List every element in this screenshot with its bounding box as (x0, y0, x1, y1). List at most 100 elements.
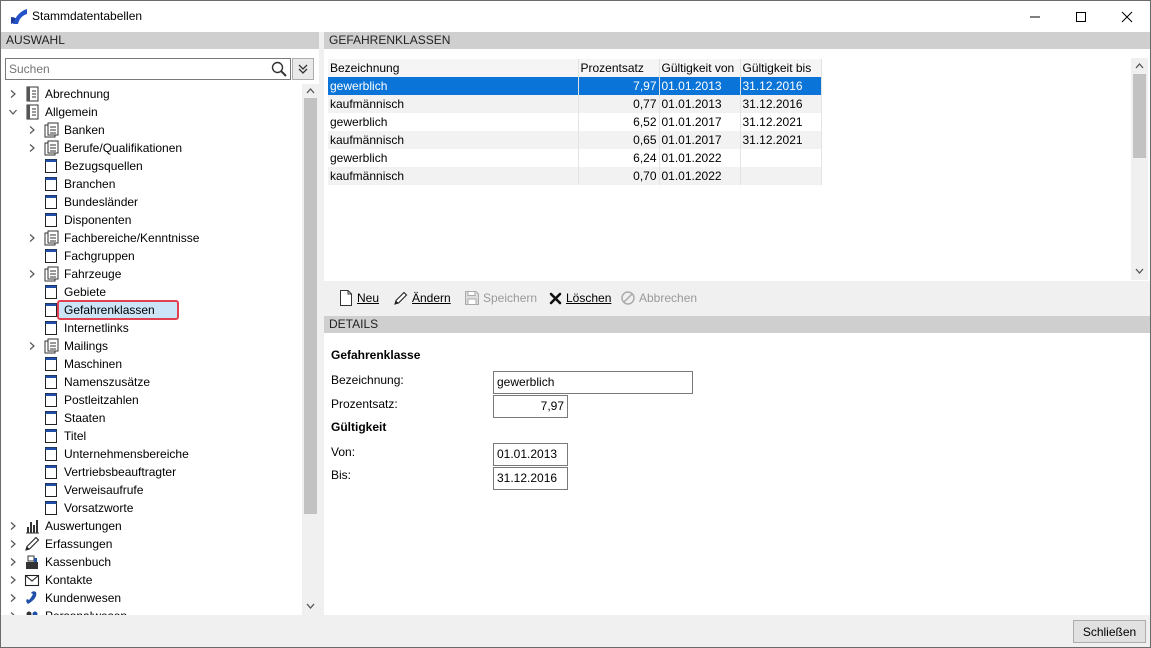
cell-prozentsatz[interactable]: 0,65 (578, 131, 660, 149)
cell-gueltigkeit-von[interactable]: 01.01.2022 (659, 167, 741, 185)
tree-item-internetlinks[interactable]: Internetlinks (1, 319, 302, 337)
chevron-right-icon[interactable] (9, 594, 17, 602)
tree-item-maschinen[interactable]: Maschinen (1, 355, 302, 373)
table-row[interactable]: gewerblich 7,97 01.01.2013 31.12.2016 (328, 77, 822, 95)
tree-item-kundenwesen[interactable]: Kundenwesen (1, 589, 302, 607)
bezeichnung-field[interactable]: gewerblich (493, 371, 693, 394)
chevron-right-icon[interactable] (9, 558, 17, 566)
chevron-right-icon[interactable] (9, 540, 17, 548)
chevron-down-icon[interactable] (9, 108, 17, 116)
tree-item-titel[interactable]: Titel (1, 427, 302, 445)
cell-prozentsatz[interactable]: 6,52 (578, 113, 660, 131)
tree-item-namenszusaetze[interactable]: Namenszusätze (1, 373, 302, 391)
grid-scrollbar[interactable] (1131, 58, 1148, 280)
cell-gueltigkeit-bis[interactable] (740, 167, 822, 185)
scroll-down-icon[interactable] (1135, 268, 1144, 275)
column-header-gueltigkeit-bis[interactable]: Gültigkeit bis (740, 59, 822, 77)
cell-bezeichnung[interactable]: kaufmännisch (328, 131, 579, 149)
cell-bezeichnung[interactable]: gewerblich (328, 149, 579, 167)
cell-gueltigkeit-von[interactable]: 01.01.2017 (659, 113, 741, 131)
minimize-button[interactable] (1012, 1, 1058, 32)
table-row[interactable]: gewerblich 6,24 01.01.2022 (328, 149, 822, 167)
table-row[interactable]: kaufmännisch 0,77 01.01.2013 31.12.2016 (328, 95, 822, 113)
tree-item-staaten[interactable]: Staaten (1, 409, 302, 427)
tree-item-unternehmensbereiche[interactable]: Unternehmensbereiche (1, 445, 302, 463)
chevron-right-icon[interactable] (9, 90, 17, 98)
new-button[interactable]: Neu (339, 288, 379, 308)
tree-item-abrechnung[interactable]: Abrechnung (1, 85, 302, 103)
scroll-up-icon[interactable] (306, 87, 315, 94)
expand-filter-button[interactable] (292, 58, 314, 80)
tree-item-fachbereiche-kenntnisse[interactable]: Fachbereiche/Kenntnisse (1, 229, 302, 247)
tree-item-banken[interactable]: Banken (1, 121, 302, 139)
cell-bezeichnung[interactable]: kaufmännisch (328, 95, 579, 113)
scroll-down-icon[interactable] (306, 603, 315, 610)
chevron-right-icon[interactable] (28, 270, 36, 278)
tree-item-postleitzahlen[interactable]: Postleitzahlen (1, 391, 302, 409)
chevron-right-icon[interactable] (28, 126, 36, 134)
tree-item-gebiete[interactable]: Gebiete (1, 283, 302, 301)
tree-item-erfassungen[interactable]: Erfassungen (1, 535, 302, 553)
search-input[interactable] (6, 59, 264, 79)
cell-prozentsatz[interactable]: 0,70 (578, 167, 660, 185)
chevron-right-icon[interactable] (9, 576, 17, 584)
tree-item-mailings[interactable]: Mailings (1, 337, 302, 355)
cell-gueltigkeit-bis[interactable]: 31.12.2021 (740, 113, 822, 131)
chevron-right-icon[interactable] (28, 234, 36, 242)
table-row[interactable]: kaufmännisch 0,65 01.01.2017 31.12.2021 (328, 131, 822, 149)
cell-gueltigkeit-von[interactable]: 01.01.2013 (659, 95, 741, 113)
chevron-right-icon[interactable] (28, 342, 36, 350)
cell-gueltigkeit-bis[interactable]: 31.12.2021 (740, 131, 822, 149)
tree-scrollbar[interactable] (302, 84, 319, 615)
maximize-button[interactable] (1058, 1, 1104, 32)
cell-prozentsatz[interactable]: 6,24 (578, 149, 660, 167)
tree-item-allgemein[interactable]: Allgemein (1, 103, 302, 121)
delete-button[interactable]: Löschen (549, 288, 611, 308)
tree-item-vorsatzworte[interactable]: Vorsatzworte (1, 499, 302, 517)
cell-gueltigkeit-bis[interactable] (740, 149, 822, 167)
tree-item-kontakte[interactable]: Kontakte (1, 571, 302, 589)
edit-button[interactable]: Ändern (393, 288, 451, 308)
cell-prozentsatz[interactable]: 7,97 (578, 77, 660, 95)
chevron-right-icon[interactable] (9, 522, 17, 530)
cell-bezeichnung[interactable]: gewerblich (328, 77, 579, 95)
tree-item-verweisaufrufe[interactable]: Verweisaufrufe (1, 481, 302, 499)
cell-prozentsatz[interactable]: 0,77 (578, 95, 660, 113)
save-button[interactable]: Speichern (465, 288, 537, 308)
window-close-button[interactable] (1104, 1, 1150, 32)
tree-item-berufe-qualifikationen[interactable]: Berufe/Qualifikationen (1, 139, 302, 157)
cell-gueltigkeit-bis[interactable]: 31.12.2016 (740, 77, 822, 95)
tree-item-bundeslaender[interactable]: Bundesländer (1, 193, 302, 211)
tree-item-gefahrenklassen[interactable]: Gefahrenklassen (1, 300, 302, 320)
cell-gueltigkeit-von[interactable]: 01.01.2017 (659, 131, 741, 149)
cell-bezeichnung[interactable]: kaufmännisch (328, 167, 579, 185)
grid-scrollbar-thumb[interactable] (1133, 74, 1146, 158)
tree-item-personalwesen[interactable]: Personalwesen (1, 607, 302, 615)
cell-gueltigkeit-von[interactable]: 01.01.2022 (659, 149, 741, 167)
column-header-bezeichnung[interactable]: Bezeichnung (328, 59, 579, 77)
table-row[interactable]: kaufmännisch 0,70 01.01.2022 (328, 167, 822, 185)
bis-field[interactable]: 31.12.2016 (493, 467, 568, 490)
column-header-gueltigkeit-von[interactable]: Gültigkeit von (659, 59, 741, 77)
tree-item-fachgruppen[interactable]: Fachgruppen (1, 247, 302, 265)
cell-gueltigkeit-von[interactable]: 01.01.2013 (659, 77, 741, 95)
tree-item-fahrzeuge[interactable]: Fahrzeuge (1, 265, 302, 283)
tree-item-kassenbuch[interactable]: Kassenbuch (1, 553, 302, 571)
search-icon[interactable] (271, 61, 287, 77)
cancel-button[interactable]: Abbrechen (621, 288, 697, 308)
von-field[interactable]: 01.01.2013 (493, 443, 568, 466)
column-header-prozentsatz[interactable]: Prozentsatz (578, 59, 660, 77)
chevron-right-icon[interactable] (28, 144, 36, 152)
tree-scrollbar-thumb[interactable] (304, 98, 317, 514)
tree-item-bezugsquellen[interactable]: Bezugsquellen (1, 157, 302, 175)
tree-item-branchen[interactable]: Branchen (1, 175, 302, 193)
prozentsatz-field[interactable]: 7,97 (493, 395, 568, 418)
tree-item-auswertungen[interactable]: Auswertungen (1, 517, 302, 535)
tree-item-disponenten[interactable]: Disponenten (1, 211, 302, 229)
scroll-up-icon[interactable] (1135, 62, 1144, 69)
cell-bezeichnung[interactable]: gewerblich (328, 113, 579, 131)
cell-gueltigkeit-bis[interactable]: 31.12.2016 (740, 95, 822, 113)
table-row[interactable]: gewerblich 6,52 01.01.2017 31.12.2021 (328, 113, 822, 131)
close-button[interactable]: Schließen (1073, 620, 1146, 643)
tree-item-vertriebsbeauftragter[interactable]: Vertriebsbeauftragter (1, 463, 302, 481)
